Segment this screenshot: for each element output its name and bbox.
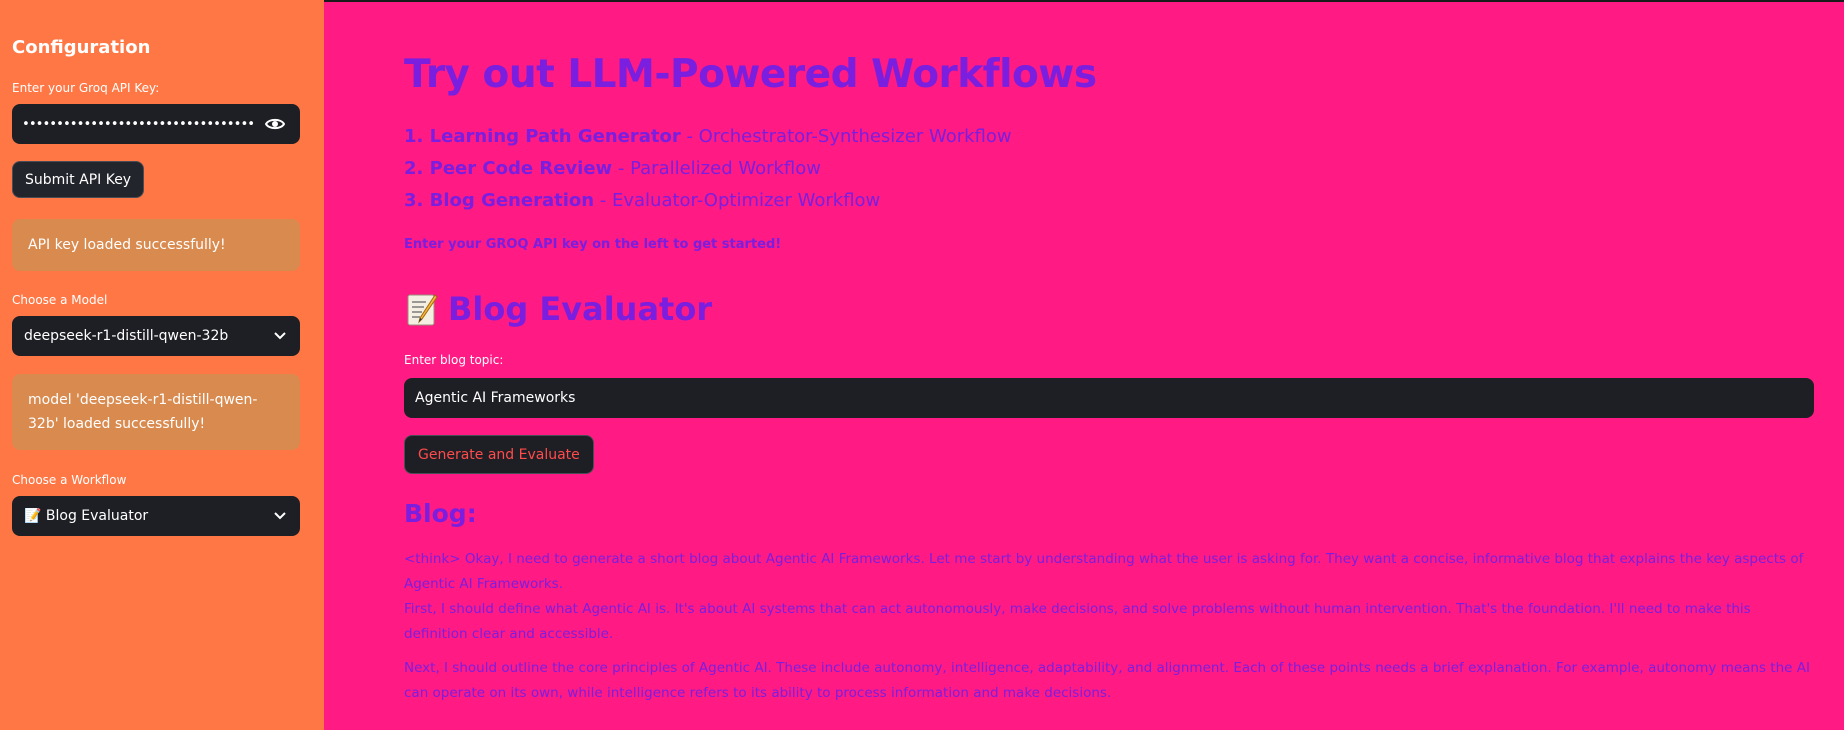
section-title: Blog Evaluator <box>404 290 712 328</box>
api-key-success-alert: API key loaded successfully! <box>12 219 300 271</box>
workflow-select-text: Blog Evaluator <box>45 508 149 524</box>
workflow-item-2: 2. Peer Code Review - Parallelized Workf… <box>404 158 821 179</box>
show-password-icon[interactable] <box>258 107 292 141</box>
model-select-value: deepseek-r1-distill-qwen-32b <box>24 328 229 344</box>
api-key-label: Enter your Groq API Key: <box>12 81 160 95</box>
app-root: Configuration Enter your Groq API Key: S… <box>0 0 1844 730</box>
workflow-item-1: 1. Learning Path Generator - Orchestrato… <box>404 126 1012 147</box>
workflow-desc: - Parallelized Workflow <box>612 158 822 179</box>
workflow-item-3: 3. Blog Generation - Evaluator-Optimizer… <box>404 190 880 211</box>
chevron-down-icon <box>272 508 288 524</box>
model-label: Choose a Model <box>12 293 108 307</box>
sidebar-title: Configuration <box>12 37 151 58</box>
blog-paragraph: <think> Okay, I need to generate a short… <box>404 551 1804 592</box>
workflow-desc: - Orchestrator-Synthesizer Workflow <box>680 126 1012 147</box>
workflow-select-value: 📝 Blog Evaluator <box>24 508 272 524</box>
blog-heading: Blog: <box>404 499 477 528</box>
get-started-hint: Enter your GROQ API key on the left to g… <box>404 237 782 252</box>
blog-topic-input[interactable] <box>413 389 1805 407</box>
workflow-name: Peer Code Review <box>429 158 613 179</box>
blog-paragraph: First, I should define what Agentic AI i… <box>404 601 1751 642</box>
workflow-desc: - Evaluator-Optimizer Workflow <box>594 190 881 211</box>
blog-topic-field[interactable] <box>404 378 1814 418</box>
submit-api-key-button[interactable]: Submit API Key <box>12 161 145 198</box>
model-success-alert: model 'deepseek-r1-distill-qwen-32b' loa… <box>12 374 300 450</box>
workflow-select[interactable]: 📝 Blog Evaluator <box>12 496 300 536</box>
blog-topic-label: Enter blog topic: <box>404 353 504 367</box>
model-select[interactable]: deepseek-r1-distill-qwen-32b <box>12 316 300 356</box>
section-title-text: Blog Evaluator <box>448 290 713 328</box>
memo-icon: 📝 <box>24 508 42 524</box>
generate-and-evaluate-button[interactable]: Generate and Evaluate <box>404 435 594 474</box>
workflow-num: 2. <box>404 158 424 179</box>
blog-output: <think> Okay, I need to generate a short… <box>404 547 1814 715</box>
chevron-down-icon <box>272 328 288 344</box>
api-key-field[interactable] <box>12 104 300 144</box>
workflow-label: Choose a Workflow <box>12 473 127 487</box>
workflow-num: 1. <box>404 126 424 147</box>
workflow-name: Learning Path Generator <box>429 126 681 147</box>
page-title: Try out LLM-Powered Workflows <box>404 52 1097 97</box>
memo-icon <box>407 294 438 326</box>
sidebar: Configuration Enter your Groq API Key: S… <box>0 0 324 730</box>
workflow-name: Blog Generation <box>429 190 595 211</box>
blog-paragraph: Next, I should outline the core principl… <box>404 660 1810 701</box>
workflow-num: 3. <box>404 190 424 211</box>
main-content: Try out LLM-Powered Workflows 1. Learnin… <box>324 0 1844 730</box>
api-key-input[interactable] <box>20 115 258 133</box>
